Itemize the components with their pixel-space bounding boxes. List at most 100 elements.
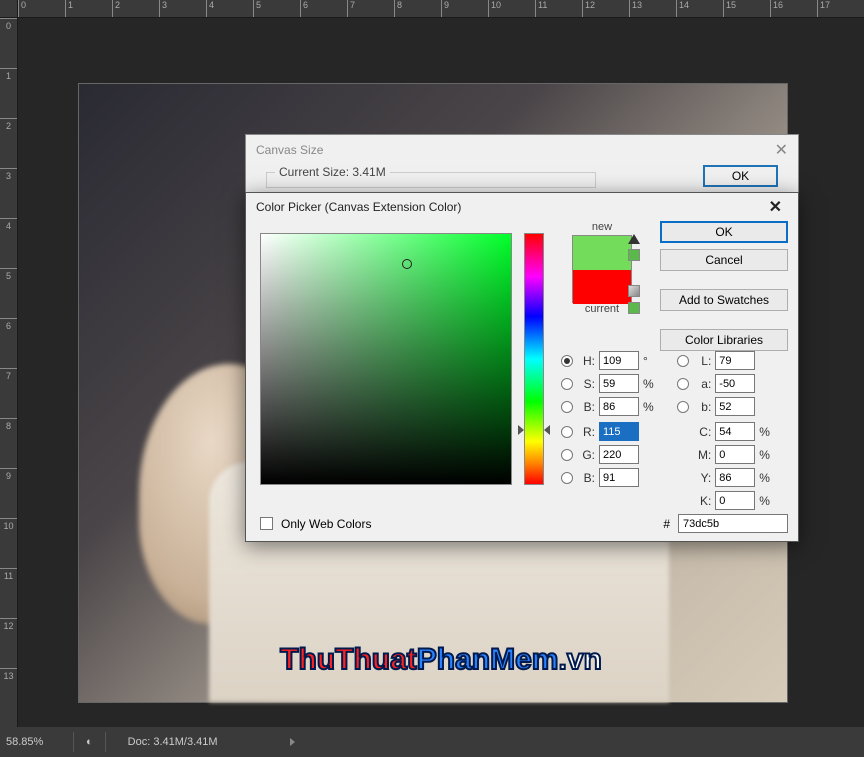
- ruler-tick: 10: [488, 0, 535, 17]
- watermark-part: PhanMem: [417, 643, 559, 677]
- color-picker-marker-icon: [402, 259, 412, 269]
- ruler-tick: 6: [300, 0, 347, 17]
- zoom-level[interactable]: 58.85%: [6, 736, 61, 748]
- l-field[interactable]: [715, 351, 755, 370]
- watermark-logo: ThuThuat PhanMem .vn: [280, 643, 602, 677]
- bv-radio[interactable]: [561, 401, 573, 413]
- add-to-swatches-button[interactable]: Add to Swatches: [660, 289, 788, 311]
- ruler-tick: 8: [394, 0, 441, 17]
- ruler-tick: 12: [0, 618, 17, 668]
- ruler-tick: 14: [676, 0, 723, 17]
- hex-label: #: [663, 517, 670, 531]
- ruler-tick: 3: [0, 168, 17, 218]
- ruler-tick: 4: [0, 218, 17, 268]
- a-field[interactable]: [715, 374, 755, 393]
- g-field[interactable]: [599, 445, 639, 464]
- ruler-tick: 9: [0, 468, 17, 518]
- ruler-horizontal: 0 1 2 3 4 5 6 7 8 9 10 11 12 13 14 15 16…: [18, 0, 864, 18]
- r-field[interactable]: [599, 422, 639, 441]
- g-radio[interactable]: [561, 449, 573, 461]
- c-field[interactable]: [715, 422, 755, 441]
- color-picker-dialog: Color Picker (Canvas Extension Color) ✕ …: [245, 192, 799, 542]
- ruler-vertical: 0 1 2 3 4 5 6 7 8 9 10 11 12 13: [0, 18, 18, 727]
- ruler-tick: 13: [0, 668, 17, 718]
- ruler-tick: 11: [0, 568, 17, 618]
- s-radio[interactable]: [561, 378, 573, 390]
- ruler-tick: 17: [817, 0, 864, 17]
- websafe-cube-icon[interactable]: [628, 285, 640, 297]
- ruler-tick: 2: [112, 0, 159, 17]
- b-radio[interactable]: [677, 401, 689, 413]
- ruler-tick: 2: [0, 118, 17, 168]
- new-label: new: [562, 221, 642, 233]
- status-icon[interactable]: ◐: [86, 736, 93, 748]
- m-field[interactable]: [715, 445, 755, 464]
- ruler-tick: 0: [0, 18, 17, 68]
- close-icon[interactable]: ✕: [775, 140, 788, 160]
- ruler-tick: 6: [0, 318, 17, 368]
- ok-button[interactable]: OK: [660, 221, 788, 243]
- current-color-swatch[interactable]: [573, 270, 631, 304]
- r-radio[interactable]: [561, 426, 573, 438]
- ruler-tick: 4: [206, 0, 253, 17]
- hue-arrow-left-icon: [518, 425, 524, 435]
- ruler-tick: 1: [65, 0, 112, 17]
- only-web-colors-label: Only Web Colors: [281, 517, 371, 531]
- ruler-tick: 7: [0, 368, 17, 418]
- gamut-icons: [628, 234, 640, 314]
- hue-slider[interactable]: [524, 233, 544, 485]
- ruler-tick: 11: [535, 0, 582, 17]
- ruler-tick: 5: [0, 268, 17, 318]
- ruler-tick: 9: [441, 0, 488, 17]
- ruler-tick: 3: [159, 0, 206, 17]
- close-icon[interactable]: ✕: [763, 195, 788, 219]
- hex-row: Only Web Colors #: [260, 514, 788, 533]
- ruler-tick: 1: [0, 68, 17, 118]
- ruler-tick: 12: [582, 0, 629, 17]
- a-radio[interactable]: [677, 378, 689, 390]
- ruler-corner: [0, 0, 18, 18]
- titlebar[interactable]: Canvas Size ✕: [246, 135, 798, 165]
- y-field[interactable]: [715, 468, 755, 487]
- b-field[interactable]: [715, 397, 755, 416]
- bb-radio[interactable]: [561, 472, 573, 484]
- h-radio[interactable]: [561, 355, 573, 367]
- hue-arrow-right-icon: [544, 425, 550, 435]
- ruler-tick: 13: [629, 0, 676, 17]
- cancel-button[interactable]: Cancel: [660, 249, 788, 271]
- watermark-part: .vn: [558, 643, 601, 677]
- status-menu-icon[interactable]: [290, 738, 295, 746]
- dialog-title: Canvas Size: [256, 143, 323, 157]
- current-size-fieldset: Current Size: 3.41M: [266, 165, 596, 188]
- h-field[interactable]: [599, 351, 639, 370]
- ruler-tick: 5: [253, 0, 300, 17]
- color-picker-buttons: OK Cancel Add to Swatches Color Librarie…: [660, 221, 788, 351]
- blue-field[interactable]: [599, 468, 639, 487]
- color-values-grid: H:° L: S:% a: B:% b: R: C:% G: M:% B: Y:…: [561, 351, 790, 514]
- color-libraries-button[interactable]: Color Libraries: [660, 329, 788, 351]
- document-size[interactable]: Doc: 3.41M/3.41M: [128, 736, 218, 748]
- separator: [73, 732, 74, 752]
- hex-field[interactable]: [678, 514, 788, 533]
- ruler-tick: 10: [0, 518, 17, 568]
- l-radio[interactable]: [677, 355, 689, 367]
- separator: [105, 732, 106, 752]
- ruler-tick: 7: [347, 0, 394, 17]
- websafe-swatch-icon[interactable]: [628, 302, 640, 314]
- bv-field[interactable]: [599, 397, 639, 416]
- status-bar: 58.85% ◐ Doc: 3.41M/3.41M: [0, 727, 864, 757]
- color-field[interactable]: [260, 233, 512, 485]
- ruler-tick: 16: [770, 0, 817, 17]
- ruler-tick: 0: [18, 0, 65, 17]
- ruler-tick: 15: [723, 0, 770, 17]
- titlebar[interactable]: Color Picker (Canvas Extension Color) ✕: [246, 193, 798, 221]
- gamut-warning-icon[interactable]: [628, 234, 640, 244]
- canvas-ok-button[interactable]: OK: [703, 165, 778, 187]
- s-field[interactable]: [599, 374, 639, 393]
- gamut-swatch-icon[interactable]: [628, 249, 640, 261]
- k-field[interactable]: [715, 491, 755, 510]
- ruler-tick: 8: [0, 418, 17, 468]
- new-color-swatch[interactable]: [573, 236, 631, 270]
- only-web-colors-checkbox[interactable]: [260, 517, 273, 530]
- watermark-part: ThuThuat: [280, 643, 417, 677]
